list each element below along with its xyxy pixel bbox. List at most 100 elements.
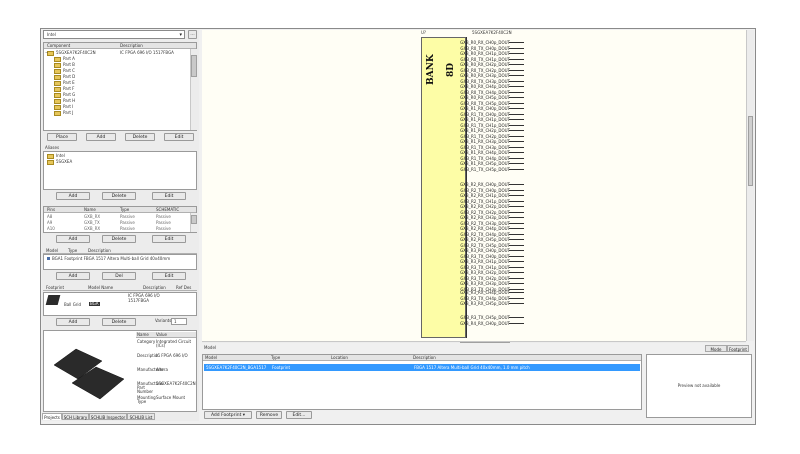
- column-header[interactable]: Footprint: [46, 285, 64, 291]
- pin-line[interactable]: [509, 228, 524, 229]
- pin-line[interactable]: [509, 75, 524, 76]
- pin-line[interactable]: [509, 80, 524, 82]
- expand-icon[interactable]: −: [45, 50, 48, 56]
- pin-line[interactable]: [509, 119, 524, 120]
- pin-line[interactable]: [509, 168, 524, 170]
- pin-line[interactable]: [509, 317, 524, 318]
- pin-line[interactable]: [509, 266, 524, 268]
- pin-line[interactable]: [509, 102, 524, 104]
- add-footprint-model-button[interactable]: Add Footprint ▾: [204, 411, 252, 419]
- pin-line[interactable]: [509, 272, 524, 273]
- add-footprint-button[interactable]: Add: [56, 318, 90, 326]
- pin-line[interactable]: [509, 244, 524, 246]
- remove-model-button[interactable]: Remove: [256, 411, 282, 419]
- pin-line[interactable]: [509, 47, 524, 49]
- table-row[interactable]: A10 GXB_RX Passive Passive: [44, 226, 188, 232]
- pin-line[interactable]: [509, 108, 524, 109]
- pin-line[interactable]: [509, 146, 524, 148]
- add-alias-button[interactable]: Add: [56, 192, 90, 200]
- pin-line[interactable]: [509, 211, 524, 213]
- parameter-row[interactable]: Description IC FPGA 696 I/O: [136, 354, 196, 368]
- model-row[interactable]: BGA1 Footprint FBGA 1517 Altera Multi-ba…: [47, 256, 170, 262]
- pin-line[interactable]: [509, 124, 524, 126]
- parameter-row[interactable]: Manufacturer Part Number 5SGXEA7K2F40C2N: [136, 382, 196, 396]
- add-model-button[interactable]: Add: [56, 272, 90, 280]
- pin-line[interactable]: [509, 64, 524, 65]
- component-unit[interactable]: Part J: [54, 110, 73, 116]
- pin-line[interactable]: [509, 91, 524, 93]
- pin-line[interactable]: [509, 42, 524, 43]
- column-header[interactable]: Description: [413, 355, 436, 361]
- parameter-row[interactable]: Manufacturer Altera: [136, 368, 196, 382]
- pin-line[interactable]: [509, 130, 524, 131]
- column-header[interactable]: Type: [120, 207, 129, 213]
- pin-line[interactable]: [509, 184, 524, 185]
- parameter-row[interactable]: Mounting Type Surface Mount: [136, 396, 196, 410]
- pin-line[interactable]: [509, 58, 524, 60]
- model-table-row[interactable]: 5SGXEA7K2F40C2N_BGA1517 Footprint FBGA 1…: [204, 364, 640, 371]
- delete-component-button[interactable]: Delete: [125, 133, 155, 141]
- column-header[interactable]: Model Name: [88, 285, 113, 291]
- delete-footprint-button[interactable]: Delete: [102, 318, 136, 326]
- pin-line[interactable]: [509, 288, 524, 290]
- column-header[interactable]: Type: [271, 355, 280, 361]
- edit-pin-button[interactable]: Edit: [152, 235, 186, 243]
- pin-line[interactable]: [509, 255, 524, 257]
- edit-model-button[interactable]: Edit: [152, 272, 186, 280]
- pin-line[interactable]: [509, 261, 524, 262]
- delete-model-button[interactable]: Del: [102, 272, 136, 280]
- edit-component-button[interactable]: Edit: [164, 133, 194, 141]
- pin-line[interactable]: [509, 297, 524, 299]
- tab-mode[interactable]: Mode: [705, 345, 727, 352]
- alias-item[interactable]: 5SGXEA: [47, 159, 72, 165]
- pin-line[interactable]: [509, 69, 524, 71]
- pin-line[interactable]: [509, 86, 524, 87]
- variants-spinner[interactable]: 1: [171, 318, 187, 325]
- pin-line[interactable]: [509, 135, 524, 137]
- pin-line[interactable]: [509, 233, 524, 235]
- pin-line[interactable]: [509, 283, 524, 284]
- delete-pin-button[interactable]: Delete: [102, 235, 136, 243]
- pin-line[interactable]: [509, 113, 524, 115]
- tab-projects[interactable]: Projects: [42, 413, 62, 420]
- pin-line[interactable]: [509, 239, 524, 240]
- pin-line[interactable]: [509, 189, 524, 191]
- scroll-thumb[interactable]: [191, 215, 197, 224]
- column-header[interactable]: Description: [143, 285, 166, 291]
- pin-line[interactable]: [509, 97, 524, 98]
- pin-line[interactable]: [509, 222, 524, 224]
- column-header[interactable]: Name: [137, 332, 149, 338]
- column-header[interactable]: Model: [205, 355, 217, 361]
- pin-line[interactable]: [509, 152, 524, 153]
- pin-line[interactable]: [509, 195, 524, 196]
- pin-line[interactable]: [509, 200, 524, 202]
- pin-line[interactable]: [509, 303, 524, 304]
- column-header[interactable]: Name: [84, 207, 96, 213]
- column-header[interactable]: Component: [47, 43, 70, 49]
- pin-line[interactable]: [509, 206, 524, 207]
- column-header[interactable]: SCHEMATIC: [156, 207, 179, 213]
- tab-schlib-inspector[interactable]: SCHLIB Inspector: [89, 413, 127, 420]
- scroll-thumb[interactable]: [748, 116, 753, 186]
- pin-line[interactable]: [509, 292, 524, 293]
- tab-footprint[interactable]: Footprint: [727, 345, 749, 352]
- pin-line[interactable]: [509, 141, 524, 142]
- tab-sch-library[interactable]: SCH Library: [62, 413, 89, 420]
- pin-line[interactable]: [509, 53, 524, 54]
- column-header[interactable]: Location: [331, 355, 348, 361]
- library-browse-button[interactable]: …: [188, 30, 197, 39]
- components-scrollbar[interactable]: [190, 49, 197, 130]
- scroll-thumb[interactable]: [191, 55, 197, 77]
- pin-line[interactable]: [509, 163, 524, 164]
- tab-schlib-list[interactable]: SCHLIB List: [127, 413, 155, 420]
- pin-line[interactable]: [509, 250, 524, 251]
- pin-line[interactable]: [509, 277, 524, 279]
- column-header[interactable]: Description: [120, 43, 143, 49]
- pin-line[interactable]: [509, 217, 524, 218]
- add-component-button[interactable]: Add: [86, 133, 116, 141]
- edit-model-panel-button[interactable]: Edit...: [286, 411, 312, 419]
- add-pin-button[interactable]: Add: [56, 235, 90, 243]
- column-header[interactable]: Ref Des: [176, 285, 191, 291]
- pins-scrollbar[interactable]: [190, 213, 197, 232]
- column-header[interactable]: Value: [156, 332, 167, 338]
